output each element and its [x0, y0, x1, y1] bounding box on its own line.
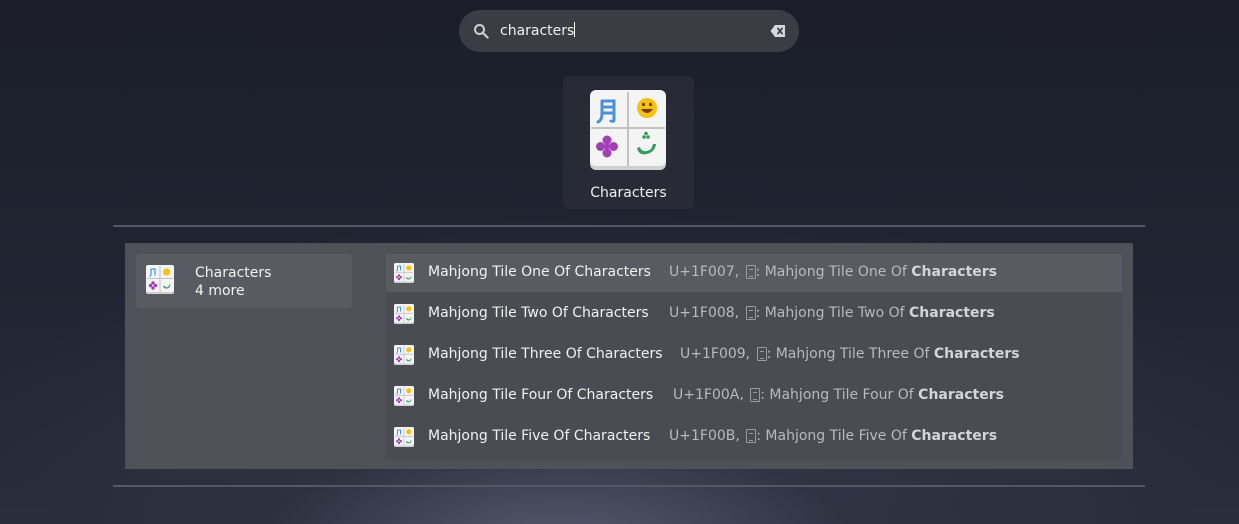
characters-app-icon: [146, 265, 174, 294]
characters-app-icon: [394, 263, 414, 283]
characters-app-icon: [394, 386, 414, 406]
search-input[interactable]: characters: [500, 21, 576, 41]
characters-app-icon: [394, 345, 414, 365]
result-title: Mahjong Tile Five Of Characters: [428, 428, 651, 444]
result-title: Mahjong Tile Three Of Characters: [428, 346, 663, 362]
result-row[interactable]: Mahjong Tile Four Of Characters U+1F00A,…: [386, 377, 1122, 415]
search-entry[interactable]: characters: [459, 10, 799, 52]
search-results-panel: Characters 4 more Mahjong Tile One Of Ch…: [125, 243, 1133, 469]
result-row[interactable]: Mahjong Tile Three Of Characters U+1F009…: [386, 336, 1122, 374]
result-row[interactable]: Mahjong Tile Five Of Characters U+1F00B,…: [386, 418, 1122, 456]
characters-app-icon: [590, 90, 666, 170]
result-description: U+1F00A, : Mahjong Tile Four Of Characte…: [673, 387, 1004, 403]
mahjong-tile-glyph-icon: [745, 265, 756, 279]
characters-app-icon: [394, 427, 414, 447]
provider-more-count: 4 more: [195, 283, 245, 299]
result-title: Mahjong Tile Two Of Characters: [428, 305, 649, 321]
result-title: Mahjong Tile Four Of Characters: [428, 387, 654, 403]
result-row[interactable]: Mahjong Tile One Of Characters U+1F007, …: [386, 254, 1122, 292]
characters-app-icon: [394, 304, 414, 324]
search-icon: [474, 24, 489, 39]
section-divider-top: [113, 225, 1145, 227]
clear-icon[interactable]: [770, 24, 786, 38]
mahjong-tile-glyph-icon: [746, 429, 757, 443]
result-description: U+1F00B, : Mahjong Tile Five Of Characte…: [669, 428, 998, 444]
mahjong-tile-glyph-icon: [756, 347, 767, 361]
app-label: Characters: [590, 185, 667, 201]
provider-name: Characters: [195, 265, 272, 281]
result-description: U+1F009, : Mahjong Tile Three Of Charact…: [680, 346, 1020, 362]
result-title: Mahjong Tile One Of Characters: [428, 264, 651, 280]
mahjong-tile-glyph-icon: [750, 388, 761, 402]
provider-characters[interactable]: Characters 4 more: [136, 254, 352, 308]
result-description: U+1F007, : Mahjong Tile One Of Character…: [669, 264, 998, 280]
app-result-characters[interactable]: Characters: [563, 76, 694, 209]
result-list: Mahjong Tile One Of Characters U+1F007, …: [386, 254, 1122, 459]
section-divider-bottom: [113, 485, 1145, 487]
result-row[interactable]: Mahjong Tile Two Of Characters U+1F008, …: [386, 295, 1122, 333]
mahjong-tile-glyph-icon: [745, 306, 756, 320]
result-description: U+1F008, : Mahjong Tile Two Of Character…: [669, 305, 995, 321]
text-cursor: [574, 22, 576, 37]
